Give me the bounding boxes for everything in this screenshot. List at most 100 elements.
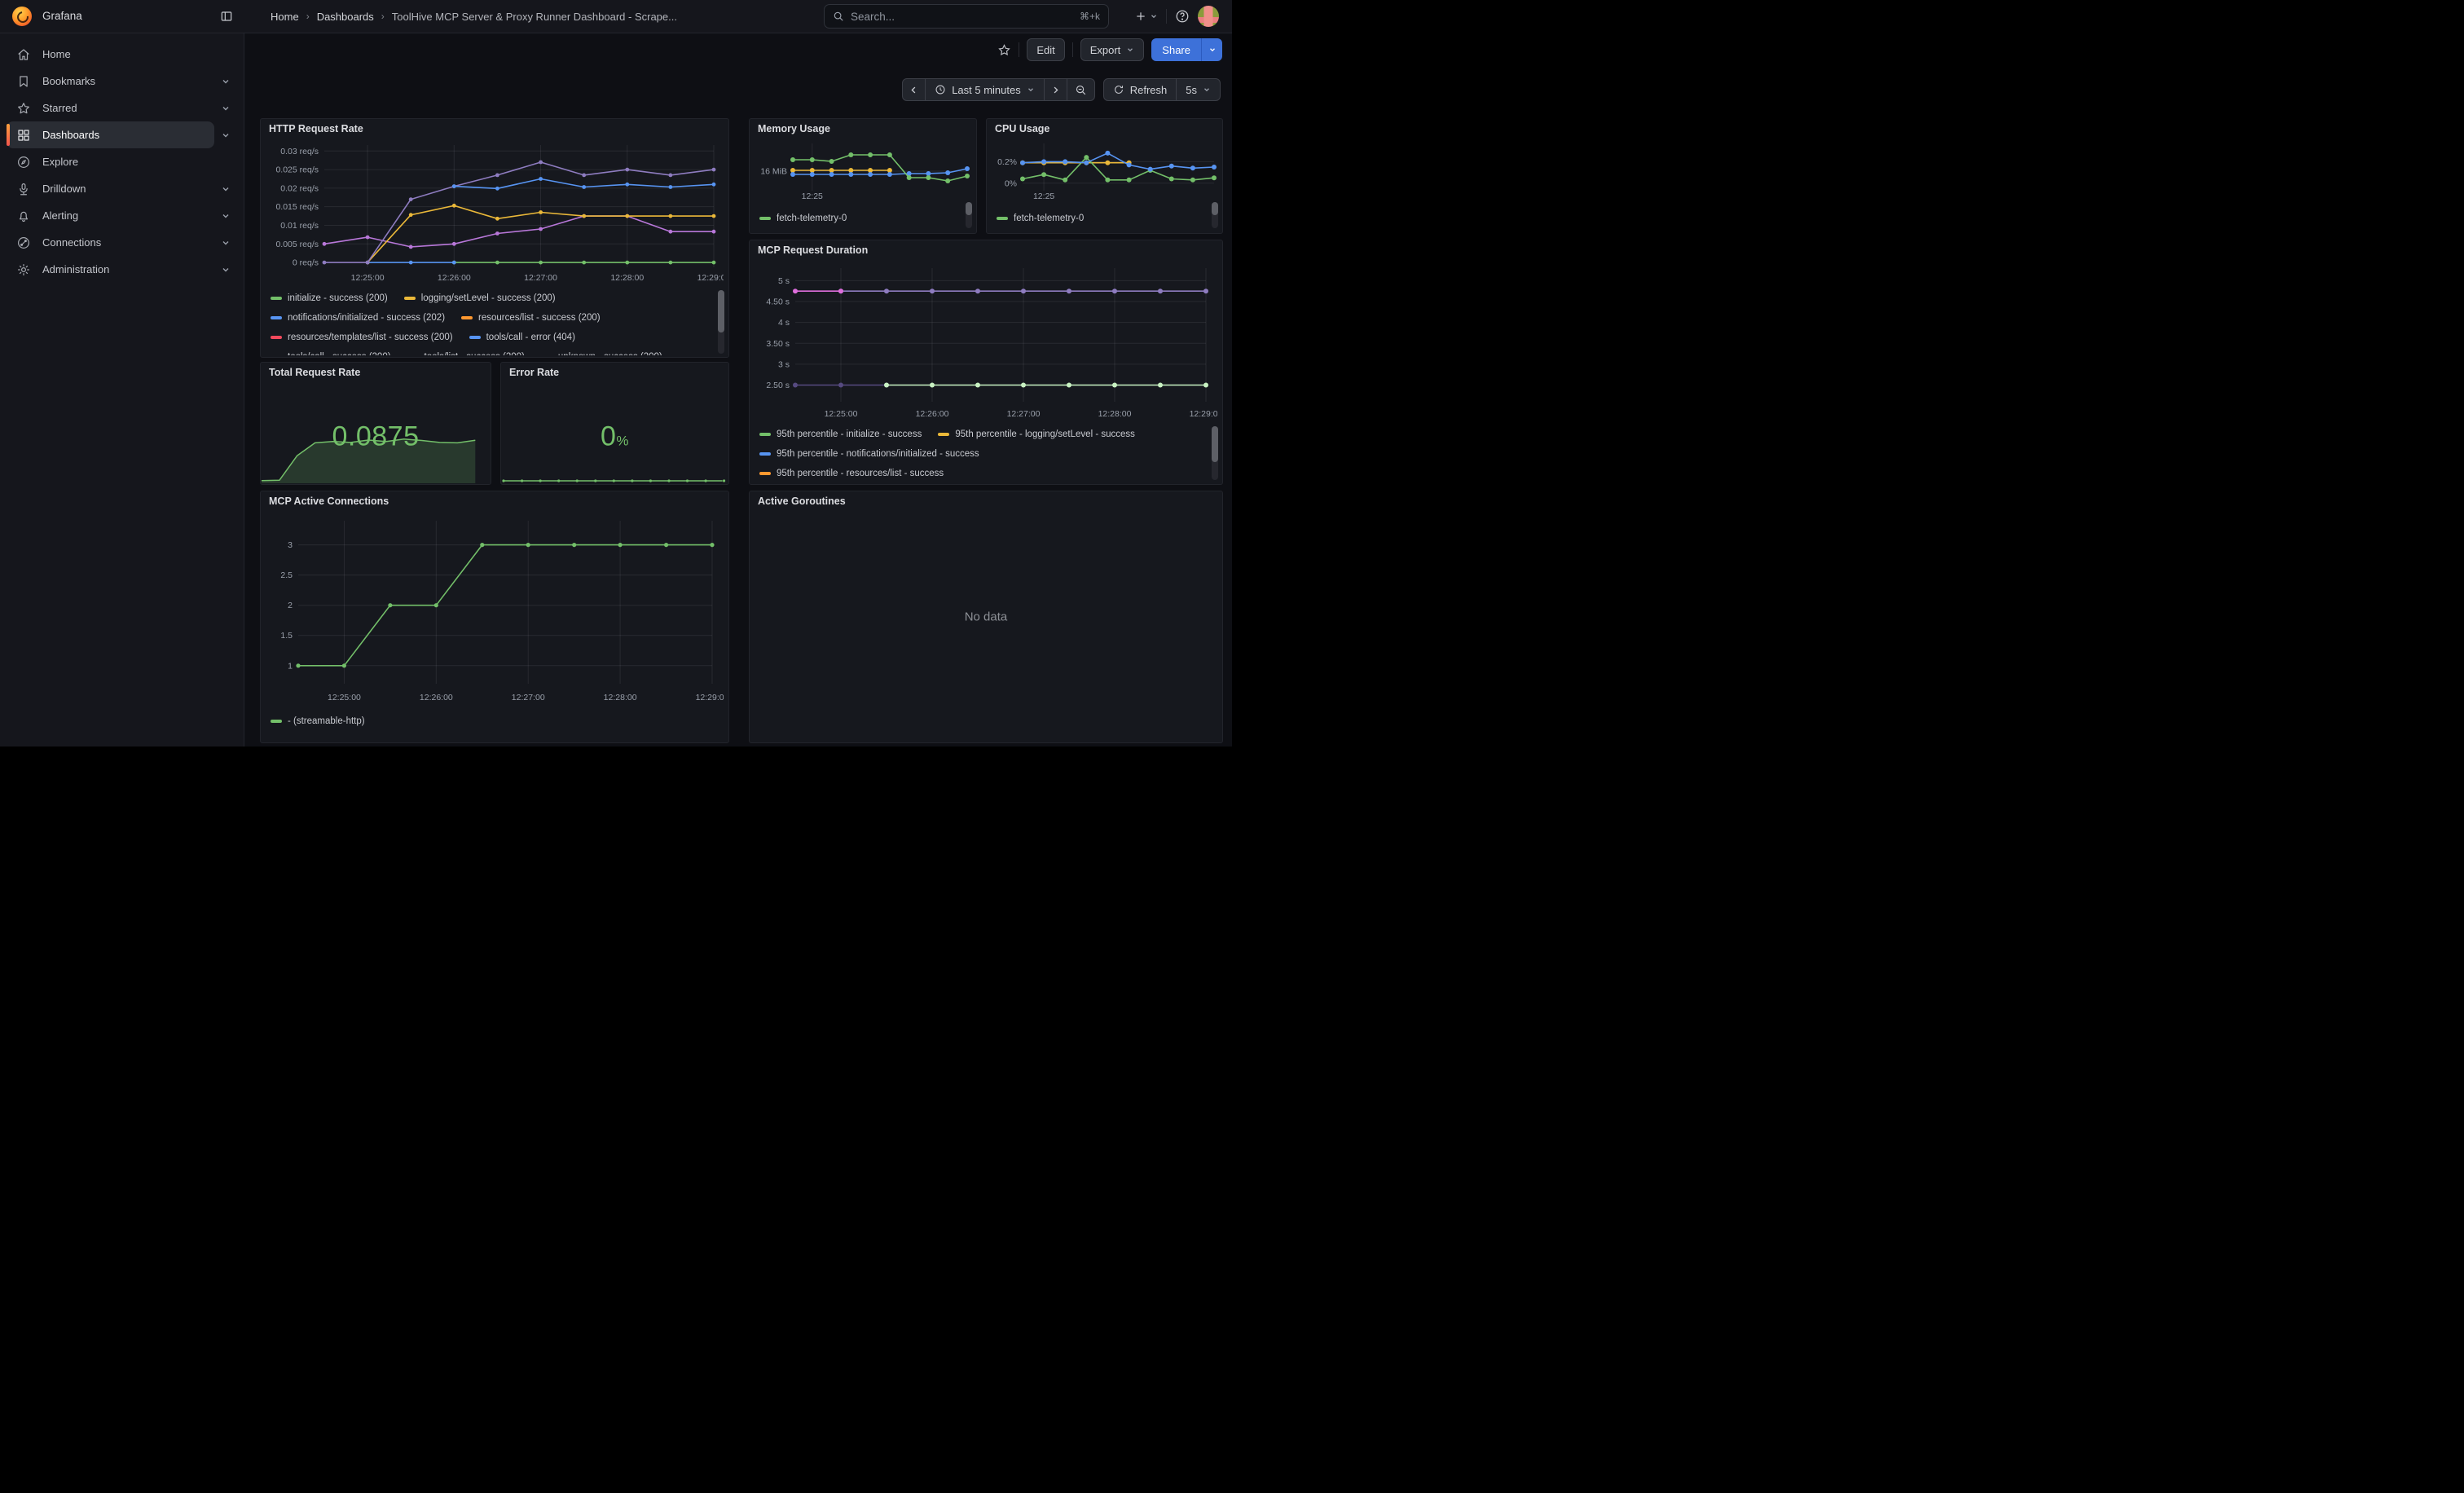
legend-item[interactable]: notifications/initialized - success (202… [271, 313, 445, 323]
panel-title[interactable]: Memory Usage [758, 123, 830, 134]
share-button[interactable]: Share [1151, 38, 1201, 61]
error-rate-sparkline [502, 472, 729, 483]
chevron-down-icon [1203, 86, 1211, 94]
sidebar-item-dashboards[interactable]: Dashboards [7, 121, 214, 148]
clock-icon [935, 84, 946, 95]
svg-text:12:28:00: 12:28:00 [604, 693, 637, 702]
legend-scrollbar[interactable] [1212, 202, 1218, 228]
chevron-down-icon[interactable] [214, 231, 237, 254]
legend-item[interactable]: unknown - success (200) [541, 352, 662, 355]
legend-item[interactable]: - (streamable-http) [271, 716, 365, 726]
chevron-down-icon[interactable] [214, 124, 237, 147]
panel-title[interactable]: MCP Active Connections [269, 495, 389, 507]
sidebar-item-explore[interactable]: Explore [7, 148, 214, 175]
grid-icon [16, 128, 31, 143]
grafana-app: Grafana Home › Dashboards › ToolHive MCP… [0, 0, 1232, 746]
legend-item[interactable]: tools/list - success (200) [407, 352, 525, 355]
panel-error-rate: Error Rate 0% [500, 362, 729, 485]
legend-item[interactable]: initialize - success (200) [271, 293, 388, 303]
time-range-picker[interactable]: Last 5 minutes [925, 78, 1045, 101]
bookmark-icon [16, 74, 31, 89]
panel-title[interactable]: HTTP Request Rate [269, 123, 363, 134]
chevron-down-icon[interactable] [214, 205, 237, 227]
legend-item[interactable]: resources/templates/list - success (200) [271, 333, 453, 342]
panel-title[interactable]: MCP Request Duration [758, 244, 868, 256]
legend-item[interactable]: 95th percentile - initialize - success [759, 429, 922, 439]
svg-text:12:25: 12:25 [802, 192, 823, 201]
zoom-out-button[interactable] [1067, 78, 1095, 101]
legend-swatch [938, 433, 949, 436]
chevron-down-icon [1208, 46, 1217, 54]
legend-swatch [404, 297, 416, 300]
svg-text:3 s: 3 s [778, 359, 790, 369]
search-input[interactable]: Search... ⌘+k [824, 4, 1109, 29]
sidebar-row: Drilldown [7, 175, 237, 202]
time-forward-button[interactable] [1044, 78, 1067, 101]
refresh-interval-picker[interactable]: 5s [1176, 78, 1221, 101]
breadcrumb-home[interactable]: Home [271, 11, 299, 23]
sidebar-item-home[interactable]: Home [7, 41, 214, 68]
sidebar-item-starred[interactable]: Starred [7, 95, 214, 121]
panel-title[interactable]: CPU Usage [995, 123, 1049, 134]
legend-swatch [759, 217, 771, 220]
http-request-rate-chart[interactable]: 12:25:0012:26:0012:27:0012:28:0012:29:00… [267, 139, 724, 285]
zoom-out-icon [1075, 84, 1087, 96]
http-legend: initialize - success (200) logging/setLev… [271, 288, 711, 355]
legend-swatch [271, 297, 282, 300]
chevron-down-icon[interactable] [214, 70, 237, 93]
time-back-button[interactable] [902, 78, 926, 101]
chevron-down-icon[interactable] [214, 97, 237, 120]
share-menu-button[interactable] [1201, 38, 1222, 61]
sidebar-item-bookmarks[interactable]: Bookmarks [7, 68, 214, 95]
svg-text:1: 1 [288, 661, 293, 671]
panel-title[interactable]: Error Rate [509, 367, 559, 378]
legend-item[interactable]: 95th percentile - resources/list - succe… [759, 469, 944, 478]
mcp-request-duration-chart[interactable]: 12:25:0012:26:0012:27:0012:28:0012:29:00… [756, 260, 1217, 421]
sidebar-toggle-icon[interactable] [215, 6, 238, 27]
grafana-logo-icon [12, 7, 32, 26]
legend-item[interactable]: 95th percentile - notifications/initiali… [759, 449, 979, 459]
add-button[interactable] [1134, 5, 1158, 28]
edit-button[interactable]: Edit [1027, 38, 1064, 61]
breadcrumb-dashboards[interactable]: Dashboards [317, 11, 374, 23]
sidebar-row: Bookmarks [7, 68, 237, 95]
legend-item[interactable]: logging/setLevel - success (200) [404, 293, 556, 303]
export-button[interactable]: Export [1080, 38, 1145, 61]
cpu-legend: fetch-telemetry-0 [997, 209, 1208, 230]
legend-item[interactable]: fetch-telemetry-0 [759, 214, 847, 223]
legend-swatch [469, 336, 481, 339]
breadcrumb-current: ToolHive MCP Server & Proxy Runner Dashb… [392, 11, 677, 23]
search-placeholder: Search... [851, 11, 1080, 23]
legend-item[interactable]: tools/call - error (404) [469, 333, 575, 342]
memory-legend: fetch-telemetry-0 [759, 209, 963, 230]
svg-text:5 s: 5 s [778, 276, 790, 286]
star-dashboard-button[interactable] [997, 38, 1011, 61]
refresh-button[interactable]: Refresh [1103, 78, 1177, 101]
chevron-down-icon[interactable] [214, 178, 237, 200]
help-button[interactable] [1175, 5, 1190, 28]
legend-swatch [271, 720, 282, 723]
sidebar-item-drilldown[interactable]: Drilldown [7, 175, 214, 202]
memory-usage-chart[interactable]: 12:2516 MiB [754, 137, 972, 204]
panel-title[interactable]: Total Request Rate [269, 367, 360, 378]
mcp-active-connections-chart[interactable]: 12:25:0012:26:0012:27:0012:28:0012:29:00… [267, 513, 724, 705]
legend-scrollbar[interactable] [718, 290, 724, 354]
user-avatar[interactable] [1198, 6, 1219, 27]
header-actions [1134, 0, 1219, 33]
sidebar-item-administration[interactable]: Administration [7, 256, 214, 283]
chevron-down-icon[interactable] [214, 258, 237, 281]
legend-scrollbar[interactable] [1212, 426, 1218, 480]
sidebar-row: Administration [7, 256, 237, 283]
sidebar-item-alerting[interactable]: Alerting [7, 202, 214, 229]
legend-scrollbar[interactable] [966, 202, 972, 228]
legend-item[interactable]: resources/list - success (200) [461, 313, 601, 323]
legend-item[interactable]: 95th percentile - logging/setLevel - suc… [938, 429, 1135, 439]
legend-item[interactable]: tools/call - success (200) [271, 352, 391, 355]
cpu-usage-chart[interactable]: 12:250.2%0% [992, 137, 1219, 204]
panel-total-request-rate: Total Request Rate 0.0875 [260, 362, 491, 485]
panel-mcp-request-duration: MCP Request Duration 12:25:0012:26:0012:… [749, 240, 1223, 485]
legend-item[interactable]: fetch-telemetry-0 [997, 214, 1084, 223]
sidebar-item-connections[interactable]: Connections [7, 229, 214, 256]
total-request-rate-value: 0.0875 [332, 421, 420, 452]
panel-title[interactable]: Active Goroutines [758, 495, 846, 507]
